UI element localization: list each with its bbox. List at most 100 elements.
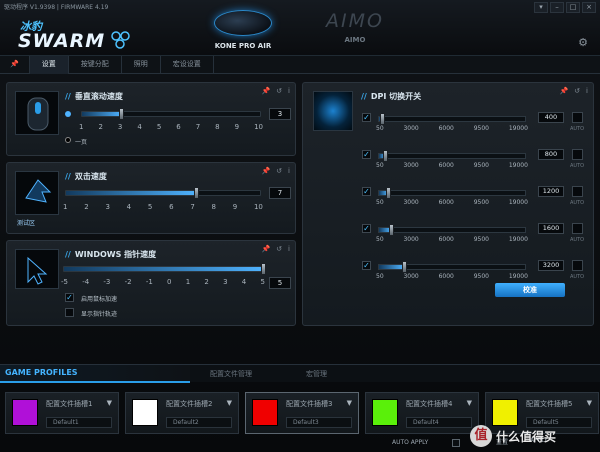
dpi-auto-checkbox[interactable] xyxy=(572,260,583,271)
profile-color-swatch[interactable] xyxy=(12,399,38,426)
chevron-down-icon[interactable]: ▼ xyxy=(347,399,352,407)
dpi-auto-checkbox[interactable] xyxy=(572,186,583,197)
swarm-logo: SWARM xyxy=(18,30,106,52)
chevron-down-icon[interactable]: ▼ xyxy=(467,399,472,407)
slider-knob[interactable] xyxy=(389,224,394,236)
profile-default-field[interactable]: Default4 xyxy=(406,417,472,428)
panel-controls: 📌 ↺ i xyxy=(261,245,290,253)
dpi-level-checkbox[interactable]: ✓ xyxy=(362,224,371,233)
double-click-value[interactable]: 7 xyxy=(269,187,291,199)
slider-knob[interactable] xyxy=(402,261,407,273)
profile-slot[interactable]: 配置文件插槽1 ▼ Default1 xyxy=(5,392,119,434)
tick-label: 3 xyxy=(117,123,123,131)
mouse-acceleration-checkbox[interactable]: ✓ xyxy=(65,293,74,302)
chevron-down-icon[interactable]: ▼ xyxy=(587,399,592,407)
tab-macro-management[interactable]: 宏管理 xyxy=(306,365,327,383)
tab-settings[interactable]: 设置 xyxy=(29,56,69,74)
info-icon[interactable]: i xyxy=(288,245,290,253)
close-button[interactable]: × xyxy=(582,2,596,13)
pin-icon[interactable]: 📌 xyxy=(559,87,568,95)
slider-knob[interactable] xyxy=(380,113,385,125)
device-aimo[interactable]: AIMO AIMO xyxy=(300,8,410,54)
profile-color-swatch[interactable] xyxy=(372,399,398,426)
dpi-slider[interactable] xyxy=(378,113,526,125)
slider-knob[interactable] xyxy=(119,108,124,120)
info-icon[interactable]: i xyxy=(288,167,290,175)
reset-icon[interactable]: ↺ xyxy=(276,245,282,253)
scroll-speed-slider[interactable] xyxy=(81,108,261,120)
dpi-row: ✓ 50 3000 6000 9500 19000 1600 AUTO xyxy=(362,221,592,251)
pin-icon[interactable]: 📌 xyxy=(261,87,270,95)
dpi-value[interactable]: 3200 xyxy=(538,260,564,271)
profile-slot[interactable]: 配置文件插槽4 ▼ Default4 xyxy=(365,392,479,434)
profile-default-field[interactable]: Default3 xyxy=(286,417,352,428)
tab-button-assignment[interactable]: 按键分配 xyxy=(69,56,122,74)
profile-color-swatch[interactable] xyxy=(252,399,278,426)
tick-label: 1 xyxy=(79,123,84,131)
dpi-auto-checkbox[interactable] xyxy=(572,149,583,160)
tick-label: 19000 xyxy=(508,199,528,206)
profile-slot[interactable]: 配置文件插槽2 ▼ Default2 xyxy=(125,392,239,434)
profile-default-field[interactable]: Default2 xyxy=(166,417,232,428)
panel-controls: 📌 ↺ i xyxy=(261,167,290,175)
pointer-speed-slider[interactable] xyxy=(63,263,266,275)
double-click-test-area[interactable] xyxy=(15,171,59,215)
profile-default-field[interactable]: Default1 xyxy=(46,417,112,428)
profile-color-swatch[interactable] xyxy=(132,399,158,426)
dropdown-button[interactable]: ▾ xyxy=(534,2,548,13)
dpi-auto-checkbox[interactable] xyxy=(572,223,583,234)
auto-apply-checkbox[interactable] xyxy=(452,439,460,447)
tick-label: 19000 xyxy=(508,162,528,169)
dpi-value[interactable]: 1600 xyxy=(538,223,564,234)
tick-label: 3000 xyxy=(403,236,419,243)
dpi-level-checkbox[interactable]: ✓ xyxy=(362,113,371,122)
maximize-button[interactable]: □ xyxy=(566,2,580,13)
pin-icon[interactable]: 📌 xyxy=(0,56,30,74)
tab-bar: 📌 设置 按键分配 照明 宏设设置 xyxy=(0,56,600,74)
pointer-trails-checkbox[interactable] xyxy=(65,308,74,317)
pin-icon[interactable]: 📌 xyxy=(261,167,270,175)
chevron-down-icon[interactable]: ▼ xyxy=(227,399,232,407)
dpi-slider[interactable] xyxy=(378,187,526,199)
calibrate-button[interactable]: 校准 xyxy=(495,283,565,297)
tab-profile-management[interactable]: 配置文件管理 xyxy=(210,365,252,383)
dpi-title: //DPI 切换开关 xyxy=(361,92,422,101)
dpi-level-checkbox[interactable]: ✓ xyxy=(362,261,371,270)
slider-knob[interactable] xyxy=(383,150,388,162)
dpi-value[interactable]: 400 xyxy=(538,112,564,123)
tick-label: 0 xyxy=(167,278,172,286)
dpi-slider[interactable] xyxy=(378,224,526,236)
info-icon[interactable]: i xyxy=(586,87,588,95)
tick-label: -5 xyxy=(61,278,68,286)
dpi-value[interactable]: 1200 xyxy=(538,186,564,197)
profile-slot[interactable]: 配置文件插槽3 ▼ Default3 xyxy=(245,392,359,434)
dpi-level-checkbox[interactable]: ✓ xyxy=(362,150,371,159)
reset-icon[interactable]: ↺ xyxy=(276,87,282,95)
tick-label: 50 xyxy=(376,273,384,280)
pointer-speed-value[interactable]: 5 xyxy=(269,277,291,289)
device-kone-pro-air[interactable]: KONE PRO AIR xyxy=(188,8,298,54)
device-name: KONE PRO AIR xyxy=(214,42,272,50)
dpi-row: ✓ 50 3000 6000 9500 19000 1200 AUTO xyxy=(362,184,592,214)
tab-macro-settings[interactable]: 宏设设置 xyxy=(161,56,214,74)
tab-lighting[interactable]: 照明 xyxy=(122,56,161,74)
reset-icon[interactable]: ↺ xyxy=(574,87,580,95)
dpi-level-checkbox[interactable]: ✓ xyxy=(362,187,371,196)
scroll-page-radio[interactable] xyxy=(65,137,71,143)
dpi-value[interactable]: 800 xyxy=(538,149,564,160)
pin-icon[interactable]: 📌 xyxy=(261,245,270,253)
scroll-lines-radio[interactable] xyxy=(65,111,71,117)
double-click-slider[interactable] xyxy=(65,187,261,199)
slider-knob[interactable] xyxy=(261,263,266,275)
dpi-auto-checkbox[interactable] xyxy=(572,112,583,123)
dpi-slider[interactable] xyxy=(378,150,526,162)
gear-icon[interactable]: ⚙ xyxy=(578,36,588,49)
scroll-speed-value[interactable]: 3 xyxy=(269,108,291,120)
dpi-slider[interactable] xyxy=(378,261,526,273)
chevron-down-icon[interactable]: ▼ xyxy=(107,399,112,407)
minimize-button[interactable]: – xyxy=(550,2,564,13)
info-icon[interactable]: i xyxy=(288,87,290,95)
reset-icon[interactable]: ↺ xyxy=(276,167,282,175)
slider-knob[interactable] xyxy=(194,187,199,199)
slider-knob[interactable] xyxy=(386,187,391,199)
